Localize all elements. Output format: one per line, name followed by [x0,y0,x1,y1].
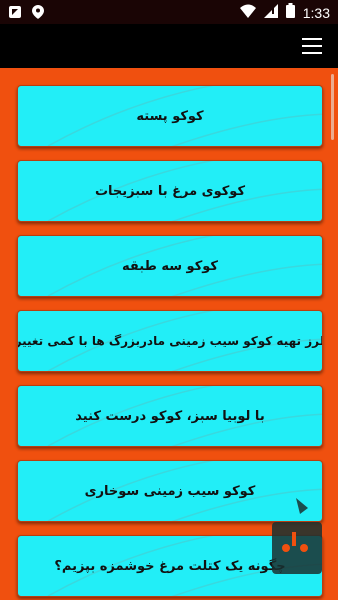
list-item-label: کوکو سه طبقه [122,258,218,274]
notification-icon [8,4,22,23]
list-item[interactable]: طرز تهیه کوکو سیب زمینی مادربزرگ ها با ک… [17,310,323,372]
app-logo-icon [268,496,326,578]
list-item-label: کوکوی مرغ با سبزیجات [94,183,246,199]
list-item-label: با لوبیا سبز، کوکو درست کنید [75,408,265,424]
status-time: 1:33 [302,4,330,21]
status-bar: 1:33 [0,0,338,24]
status-left-icons [8,4,44,23]
battery-icon [285,3,295,22]
list-item[interactable]: با لوبیا سبز، کوکو درست کنید [17,385,323,447]
cellular-icon [263,3,278,22]
list-item[interactable]: کوکو پسته [17,85,323,147]
list-item-label: کوکو پسته [136,108,204,124]
list-item-label: طرز تهیه کوکو سیب زمینی مادربزرگ ها با ک… [17,334,323,348]
app-bar [0,24,338,68]
scrollbar[interactable] [331,74,334,140]
list-item-label: کوکو سیب زمینی سوخاری [84,483,256,499]
list-item[interactable]: کوکو سه طبقه [17,235,323,297]
list-item[interactable]: کوکوی مرغ با سبزیجات [17,160,323,222]
location-icon [32,4,44,23]
list-item-label: چگونه یک کتلت مرغ خوشمزه بپزیم؟ [54,558,286,574]
status-right-icons: 1:33 [239,3,330,22]
hamburger-menu-icon[interactable] [302,38,322,54]
wifi-icon [239,3,256,22]
